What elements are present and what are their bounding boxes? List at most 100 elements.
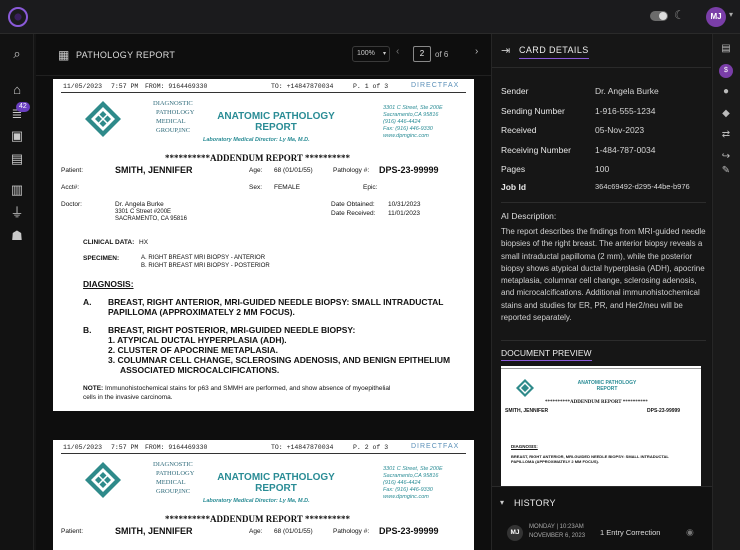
chevron-down-icon[interactable]: ▾ [500, 498, 504, 507]
eye-icon[interactable]: ◉ [686, 527, 694, 538]
note-text: Immunohistochemical stains for p63 and S… [83, 385, 390, 402]
address-line: Fax: (916) 446-9330 [383, 126, 433, 132]
diagnosis-line: 1. ATYPICAL DUCTAL HYPERPLASIA (ADH). [108, 335, 287, 345]
date-obtained-label: Date Obtained: [331, 201, 375, 208]
zoom-value: 100% [357, 50, 375, 57]
received-value: 05-Nov-2023 [595, 125, 645, 135]
user-avatar[interactable]: MJ [706, 7, 726, 27]
collapse-panel-icon[interactable]: ⇥ [501, 44, 510, 57]
sex-value: FEMALE [274, 184, 301, 191]
divider [61, 92, 466, 93]
age-value: 68 (01/01/55) [274, 528, 313, 535]
forward-icon[interactable]: ⇄ [719, 128, 733, 142]
zoom-select[interactable]: 100% ▾ [352, 46, 390, 62]
contacts-icon[interactable]: ▤ [9, 151, 25, 167]
next-page-button[interactable]: › [475, 46, 478, 57]
sending-number-label: Sending Number [501, 106, 565, 116]
document-preview-thumbnail[interactable]: ANATOMIC PATHOLOGY REPORT **********ADDE… [501, 366, 701, 487]
lab-name-line: MEDICAL [156, 118, 186, 125]
plug-icon[interactable]: ⏚ [9, 205, 25, 221]
pathology-number: DPS-23-99999 [379, 526, 439, 536]
preview-diagnosis: BREAST, RIGHT ANTERIOR, MRI-GUIDED NEEDL… [511, 454, 699, 464]
address-line: www.dpmginc.com [383, 494, 429, 500]
app-logo-icon[interactable] [8, 7, 28, 27]
document-details-icon[interactable]: ▤ [719, 42, 733, 56]
home-icon[interactable]: ⌂ [9, 82, 25, 98]
address-line: www.dpmginc.com [383, 133, 429, 139]
age-label: Age: [249, 528, 263, 535]
address-line: 3301 C Street, Ste 200E [383, 466, 443, 472]
dx-b-letter: B. [83, 325, 92, 335]
sender-value: Dr. Angela Burke [595, 86, 659, 96]
doctor-address: SACRAMENTO, CA 95816 [115, 216, 187, 222]
lab-name: DIAGNOSTIC PATHOLOGY MEDICAL GROUP,INC [153, 460, 194, 496]
addendum-heading: **********ADDENDUM REPORT ********** [165, 153, 351, 163]
history-title[interactable]: HISTORY [514, 498, 556, 508]
job-id-value: 364c69492-d295-44be-b976 [595, 182, 690, 191]
assign-icon[interactable]: ↪ [719, 150, 733, 164]
comment-icon[interactable]: ● [719, 85, 733, 99]
card-details-panel: ⇥ CARD DETAILS Sender Dr. Angela Burke S… [491, 34, 712, 550]
chevron-down-icon: ▾ [382, 51, 386, 57]
age-label: Age: [249, 167, 263, 174]
divider [61, 453, 466, 454]
fax-brand: DIRECTFAX [411, 443, 460, 450]
receiving-number-value: 1-484-787-0034 [595, 145, 656, 155]
lab-director: Laboratory Medical Director: Ly Ma, M.D. [203, 137, 310, 143]
document-page-1[interactable]: 11/05/2023 7:57 PM FROM: 9164469330 TO: … [53, 79, 474, 411]
fax-to: TO: +14847870034 [271, 444, 334, 451]
pages-value: 100 [595, 164, 610, 174]
date-obtained-value: 10/31/2023 [388, 201, 421, 208]
search-icon[interactable]: ⌕ [9, 46, 25, 62]
job-id-label: Job Id [501, 182, 527, 192]
moon-icon: ☾ [674, 8, 685, 22]
briefcase-icon[interactable]: ▣ [9, 128, 25, 144]
sex-label: Sex: [249, 184, 263, 191]
document-page-2[interactable]: 11/05/2023 7:57 PM FROM: 9164469330 TO: … [53, 440, 474, 550]
chevron-down-icon[interactable]: ▾ [729, 10, 733, 19]
previous-page-button[interactable]: ‹ [396, 46, 399, 57]
ai-description-label: AI Description: [501, 211, 557, 221]
sending-number-value: 1-916-555-1234 [595, 106, 656, 116]
tag-icon[interactable]: ◆ [719, 107, 733, 121]
lab-director: Laboratory Medical Director: Ly Ma, M.D. [203, 498, 310, 504]
lab-name-line: DIAGNOSTIC [153, 461, 193, 468]
lab-name-line: PATHOLOGY [156, 109, 195, 116]
fax-to: TO: +14847870034 [271, 83, 334, 90]
document-icon: ▦ [58, 48, 70, 62]
doctor-name: Dr. Angela Burke [115, 201, 164, 208]
specimen-item: B. RIGHT BREAST MRI BIOPSY - POSTERIOR [141, 262, 270, 269]
clinical-data-value: HX [139, 239, 149, 246]
document-viewer: ▦ PATHOLOGY REPORT 100% ▾ ‹ 2 of 6 › 11/0… [36, 34, 491, 550]
preview-diagnosis-label: DIAGNOSIS: [511, 444, 538, 449]
acct-label: Acct#: [61, 184, 80, 191]
team-icon[interactable]: ☗ [9, 228, 25, 244]
fax-time: 7:57 PM [111, 83, 139, 90]
diagnosis-line: ASSOCIATED MICROCALCIFICATIONS. [120, 365, 280, 375]
dx-a-letter: A. [83, 297, 92, 307]
receiving-number-label: Receiving Number [501, 145, 571, 155]
specimen-label: SPECIMEN: [83, 255, 120, 262]
preview-patient-name: SMITH, JENNIFER [505, 408, 549, 414]
patient-label: Patient: [61, 167, 84, 174]
report-title-line1: ANATOMIC PATHOLOGY [217, 111, 335, 122]
edit-icon[interactable]: ✎ [719, 164, 733, 178]
page-number-input[interactable]: 2 [413, 46, 431, 62]
address-line: Sacramento,CA 95816 [383, 112, 439, 118]
history-event: 1 Entry Correction [600, 528, 661, 537]
fax-page: P. 1 of 3 [353, 83, 389, 90]
board-icon[interactable]: ▥ [9, 182, 25, 198]
epic-label: Epic: [363, 184, 378, 191]
report-title: ANATOMIC PATHOLOGY REPORT [211, 111, 341, 133]
lab-name: DIAGNOSTIC PATHOLOGY MEDICAL GROUP,INC [153, 99, 194, 135]
divider [501, 368, 701, 369]
left-nav: ⌕ ⌂ ≣ 42 ▣ ▤ ▥ ⏚ ☗ [0, 34, 34, 550]
preview-addendum: **********ADDENDUM REPORT ********** [545, 400, 648, 405]
diagnosis-line: BREAST, RIGHT POSTERIOR, MRI-GUIDED NEED… [108, 325, 356, 335]
sender-label: Sender [501, 86, 529, 96]
diagnosis-label: DIAGNOSIS: [83, 279, 134, 289]
date-received-value: 11/01/2023 [388, 210, 421, 217]
theme-toggle[interactable] [650, 11, 668, 21]
addendum-heading: **********ADDENDUM REPORT ********** [165, 514, 351, 524]
info-icon[interactable]: $ [719, 64, 733, 78]
